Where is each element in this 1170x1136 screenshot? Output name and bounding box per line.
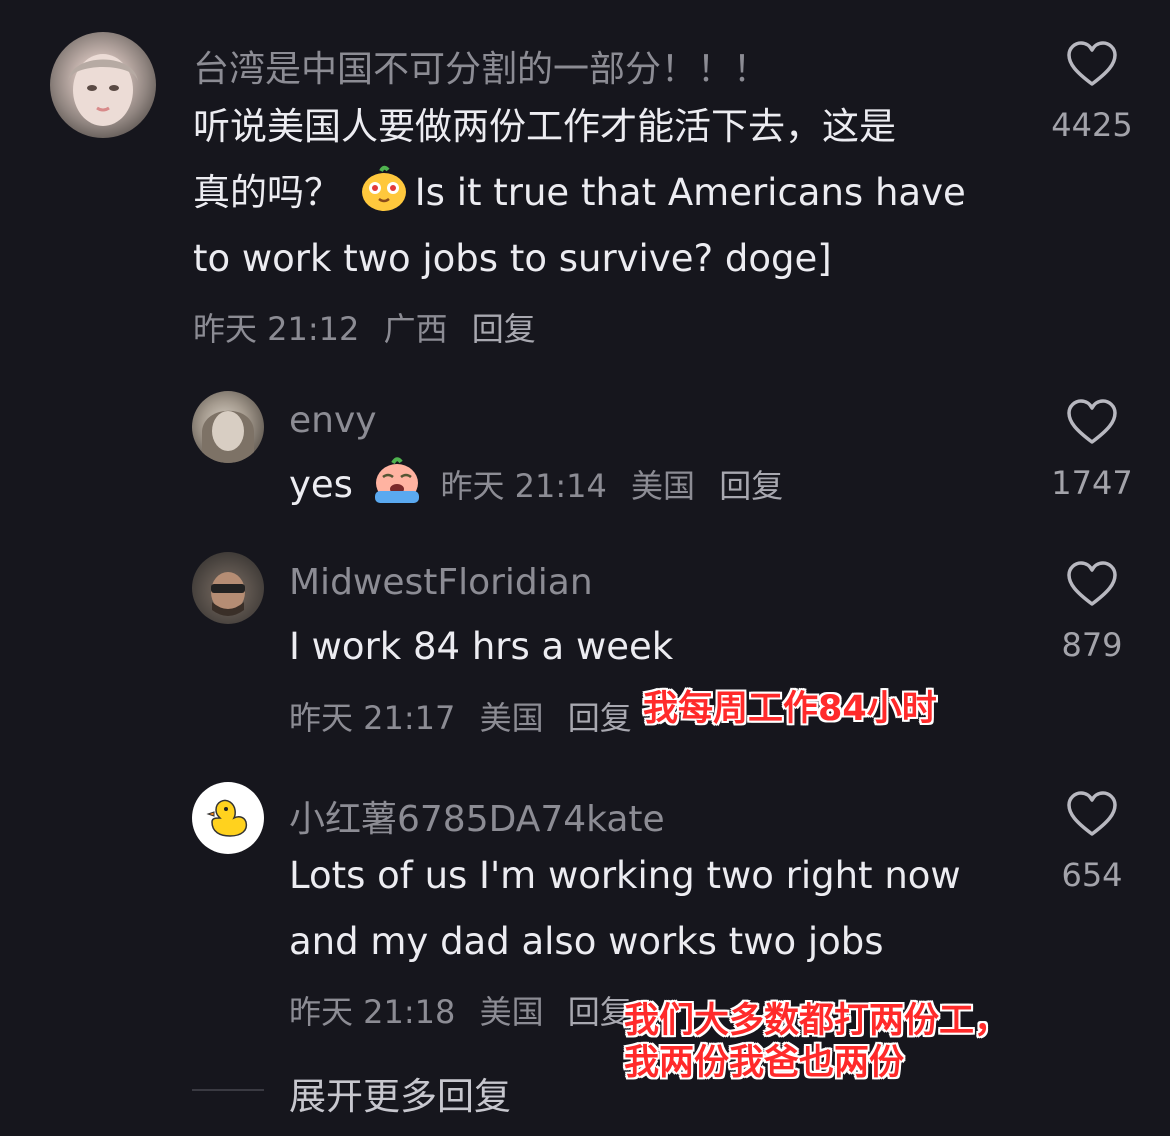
avatar-main-commenter[interactable] xyxy=(50,32,156,138)
main-comment-text-line3: to work two jobs to survive? doge] xyxy=(193,237,832,280)
heart-outline-icon[interactable] xyxy=(1066,40,1118,88)
smirk-face-emoji-icon xyxy=(359,165,409,234)
main-comment-text-line1: 听说美国人要做两份工作才能活下去，这是 xyxy=(193,105,896,148)
reply-kate-text-line1: Lots of us I'm working two right now xyxy=(289,854,961,897)
reply-envy-time: 昨天 21:14 xyxy=(440,467,607,505)
main-comment-like-count: 4425 xyxy=(1051,106,1133,144)
reply-kate-like[interactable]: 654 xyxy=(1047,790,1137,894)
reply-kate-location: 美国 xyxy=(479,993,544,1031)
heart-outline-icon[interactable] xyxy=(1066,560,1118,608)
main-comment-location: 广西 xyxy=(383,310,448,348)
main-comment-line2-suffix: Is it true that Americans have xyxy=(414,171,966,214)
reply-envy-location: 美国 xyxy=(631,467,696,505)
expand-divider xyxy=(192,1089,264,1091)
reply-envy-meta: 昨天 21:14 美国 回复 xyxy=(440,467,783,505)
main-comment-meta: 昨天 21:12 广西 回复 xyxy=(193,304,536,350)
translation-caption-midwest: 我每周工作84小时 xyxy=(643,689,937,729)
heart-outline-icon[interactable] xyxy=(1066,790,1118,838)
reply-kate-time: 昨天 21:18 xyxy=(289,993,456,1031)
reply-envy-row: yes 昨天 21:14 美国 回复 xyxy=(289,452,783,526)
main-comment-like[interactable]: 4425 xyxy=(1047,40,1137,144)
reply-midwest-like-count: 879 xyxy=(1061,626,1123,664)
avatar-envy[interactable] xyxy=(192,391,264,463)
reply-midwest-text: I work 84 hrs a week xyxy=(289,625,674,668)
reply-kate-reply-button[interactable]: 回复 xyxy=(568,993,632,1031)
avatar-midwestfloridian[interactable] xyxy=(192,552,264,624)
main-comment-reply-button[interactable]: 回复 xyxy=(472,310,536,348)
reply-envy-like[interactable]: 1747 xyxy=(1047,398,1137,502)
reply-midwest-time: 昨天 21:17 xyxy=(289,699,456,737)
reply-kate-meta: 昨天 21:18 美国 回复 xyxy=(289,987,632,1033)
translation-caption-kate-line1: 我们大多数都打两份工， xyxy=(624,1001,1010,1041)
reply-midwest-username[interactable]: MidwestFloridian xyxy=(289,562,593,603)
reply-envy-username[interactable]: envy xyxy=(289,400,377,441)
reply-kate-text-line2: and my dad also works two jobs xyxy=(289,920,884,963)
main-comment-line2-prefix: 真的吗？ xyxy=(193,171,341,214)
reply-midwest-meta: 昨天 21:17 美国 回复 xyxy=(289,693,632,739)
translation-caption-kate: 我们大多数都打两份工， 我两份我爸也两份 xyxy=(624,1000,1009,1084)
duck-icon xyxy=(206,799,248,837)
reply-envy-like-count: 1747 xyxy=(1051,464,1133,502)
reply-envy-reply-button[interactable]: 回复 xyxy=(719,467,783,505)
main-comment-username[interactable]: 台湾是中国不可分割的一部分！！！ xyxy=(193,40,769,92)
reply-kate-username[interactable]: 小红薯6785DA74kate xyxy=(289,790,665,842)
reply-midwest-like[interactable]: 879 xyxy=(1047,560,1137,664)
heart-outline-icon[interactable] xyxy=(1066,398,1118,446)
avatar-kate[interactable] xyxy=(192,782,264,854)
reply-midwest-reply-button[interactable]: 回复 xyxy=(568,699,632,737)
expand-more-replies-button[interactable]: 展开更多回复 xyxy=(289,1066,511,1120)
reply-kate-like-count: 654 xyxy=(1061,856,1123,894)
reply-midwest-location: 美国 xyxy=(479,699,544,737)
main-comment-time: 昨天 21:12 xyxy=(193,310,360,348)
crying-face-emoji-icon xyxy=(371,455,423,526)
reply-envy-text: yes xyxy=(289,463,353,506)
translation-caption-kate-line2: 我两份我爸也两份 xyxy=(624,1043,905,1083)
main-comment-text-line2: 真的吗？ Is it true that Americans have xyxy=(193,160,966,234)
